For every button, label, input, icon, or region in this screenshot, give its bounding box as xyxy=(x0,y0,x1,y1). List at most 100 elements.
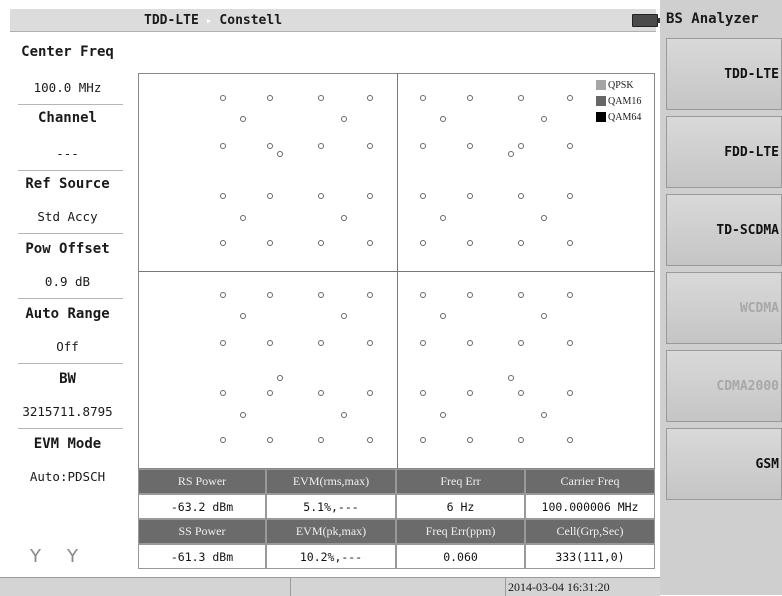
constellation-point xyxy=(367,340,373,346)
constellation-point xyxy=(567,437,573,443)
legend-label: QPSK xyxy=(608,79,634,91)
constellation-point xyxy=(567,390,573,396)
table-row: -61.3 dBm 10.2%,--- 0.060 333(111,0) xyxy=(138,544,655,569)
table-header-row: SS Power EVM(pk,max) Freq Err(ppm) Cell(… xyxy=(138,519,655,544)
parameter-panel: Center Freq 100.0 MHz Channel --- Ref So… xyxy=(0,32,135,577)
softkey-panel: BS Analyzer TDD-LTE FDD-LTE TD-SCDMA WCD… xyxy=(660,0,782,595)
antenna-icon: Y xyxy=(30,546,41,567)
param-label-center-freq[interactable]: Center Freq xyxy=(0,44,135,60)
constellation-point xyxy=(267,143,273,149)
datetime-display: 2014-03-04 16:31:20 xyxy=(508,580,610,594)
param-value-channel: --- xyxy=(56,146,79,161)
antenna-icon: Y xyxy=(67,546,78,567)
legend-item: QAM64 xyxy=(596,109,652,125)
constellation-point xyxy=(367,390,373,396)
legend-swatch xyxy=(596,80,606,90)
table-cell: 10.2%,--- xyxy=(266,544,396,569)
constellation-point xyxy=(567,193,573,199)
param-label-ref-source[interactable]: Ref Source xyxy=(0,176,135,192)
constellation-point xyxy=(420,95,426,101)
constellation-point xyxy=(567,95,573,101)
constellation-point xyxy=(420,340,426,346)
constellation-point xyxy=(467,292,473,298)
breadcrumb-separator-icon: ▸ xyxy=(205,13,213,27)
constellation-point xyxy=(240,412,246,418)
constellation-point xyxy=(420,193,426,199)
constellation-point xyxy=(467,340,473,346)
constellation-point xyxy=(341,215,347,221)
constellation-point xyxy=(508,375,514,381)
status-segment xyxy=(290,578,291,596)
softkey-panel-title: BS Analyzer xyxy=(666,11,759,27)
legend-item: QAM16 xyxy=(596,93,652,109)
constellation-point xyxy=(367,437,373,443)
measurement-table: RS Power EVM(rms,max) Freq Err Carrier F… xyxy=(138,469,655,569)
softkey-td-scdma[interactable]: TD-SCDMA xyxy=(666,194,782,266)
constellation-point xyxy=(420,292,426,298)
table-header-cell: EVM(pk,max) xyxy=(266,519,396,544)
constellation-point xyxy=(341,412,347,418)
constellation-point xyxy=(467,95,473,101)
constellation-point xyxy=(318,95,324,101)
constellation-point xyxy=(240,215,246,221)
table-cell: -61.3 dBm xyxy=(138,544,266,569)
mode-label[interactable]: TDD-LTE xyxy=(138,13,205,28)
softkey-fdd-lte[interactable]: FDD-LTE xyxy=(666,116,782,188)
param-label-evm-mode[interactable]: EVM Mode xyxy=(0,436,135,452)
table-cell: -63.2 dBm xyxy=(138,494,266,519)
quadrant-divider-horizontal xyxy=(139,271,654,272)
constellation-point xyxy=(518,292,524,298)
table-header-cell: SS Power xyxy=(138,519,266,544)
antenna-indicators: Y Y xyxy=(30,546,110,567)
softkey-gsm[interactable]: GSM xyxy=(666,428,782,500)
table-header-cell: Freq Err(ppm) xyxy=(396,519,525,544)
param-value-center-freq: 100.0 MHz xyxy=(33,80,102,95)
legend-label: QAM64 xyxy=(608,111,642,123)
param-value-ref-source: Std Accy xyxy=(37,209,98,224)
constellation-point xyxy=(541,215,547,221)
constellation-point xyxy=(518,390,524,396)
constellation-point xyxy=(318,240,324,246)
constellation-point xyxy=(267,390,273,396)
table-header-cell: Freq Err xyxy=(396,469,525,494)
constellation-point xyxy=(467,240,473,246)
constellation-point xyxy=(440,215,446,221)
title-bar: TDD-LTE ▸ Constell xyxy=(10,9,661,32)
table-row: -63.2 dBm 5.1%,--- 6 Hz 100.000006 MHz xyxy=(138,494,655,519)
legend-swatch xyxy=(596,96,606,106)
constellation-point xyxy=(267,95,273,101)
modulation-legend: QPSK QAM16 QAM64 xyxy=(596,77,652,133)
softkey-cdma2000[interactable]: CDMA2000 xyxy=(666,350,782,422)
softkey-tdd-lte[interactable]: TDD-LTE xyxy=(666,38,782,110)
constellation-point xyxy=(518,240,524,246)
constellation-point xyxy=(440,116,446,122)
constellation-point xyxy=(567,340,573,346)
constellation-point xyxy=(420,240,426,246)
param-label-bw[interactable]: BW xyxy=(0,371,135,387)
constellation-point xyxy=(220,193,226,199)
constellation-point xyxy=(440,412,446,418)
param-label-auto-range[interactable]: Auto Range xyxy=(0,306,135,322)
constellation-point xyxy=(567,292,573,298)
constellation-point xyxy=(318,340,324,346)
constellation-point xyxy=(518,95,524,101)
constellation-point xyxy=(518,340,524,346)
table-cell: 0.060 xyxy=(396,544,525,569)
param-value-bw: 3215711.8795 xyxy=(22,404,113,419)
divider xyxy=(18,233,123,234)
legend-label: QAM16 xyxy=(608,95,642,107)
param-value-pow-offset: 0.9 dB xyxy=(44,274,91,289)
view-label[interactable]: Constell xyxy=(213,13,288,28)
param-label-channel[interactable]: Channel xyxy=(0,110,135,126)
divider xyxy=(18,170,123,171)
constellation-point xyxy=(318,390,324,396)
battery-icon xyxy=(632,14,661,27)
softkey-wcdma[interactable]: WCDMA xyxy=(666,272,782,344)
constellation-point xyxy=(220,390,226,396)
divider xyxy=(18,298,123,299)
constellation-point xyxy=(267,437,273,443)
constellation-point xyxy=(367,240,373,246)
param-label-pow-offset[interactable]: Pow Offset xyxy=(0,241,135,257)
param-value-auto-range: Off xyxy=(56,339,79,354)
constellation-point xyxy=(267,193,273,199)
